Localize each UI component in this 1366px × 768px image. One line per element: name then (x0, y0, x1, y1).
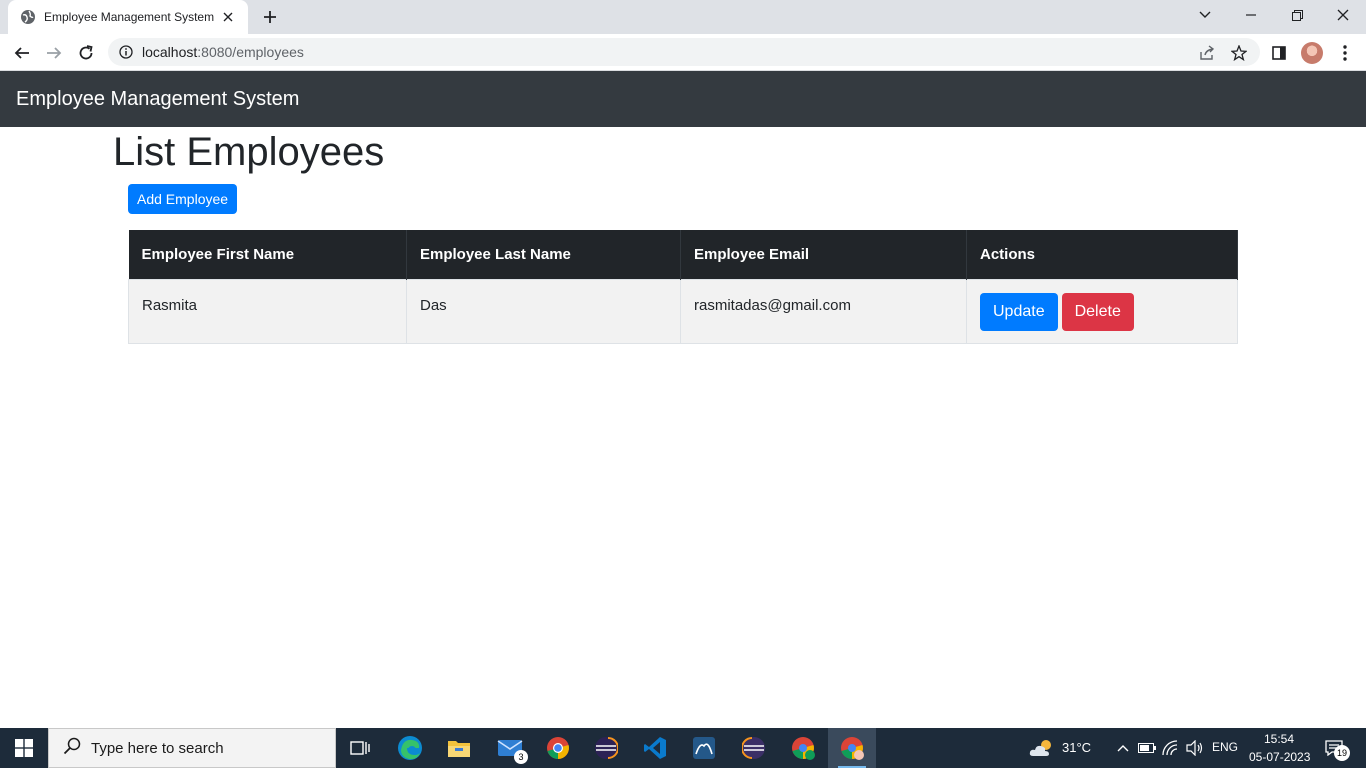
cell-last-name: Das (406, 278, 681, 344)
taskbar-search-box[interactable]: Type here to search (48, 728, 336, 768)
app-navbar: Employee Management System (0, 71, 1366, 127)
globe-icon (20, 9, 36, 25)
browser-tab-active[interactable]: Employee Management System (8, 0, 248, 34)
url-text: localhost:8080/employees (142, 44, 304, 60)
chevron-up-icon[interactable] (1113, 738, 1133, 758)
cell-first-name: Rasmita (128, 278, 407, 344)
browser-toolbar: localhost:8080/employees (0, 34, 1366, 71)
search-placeholder: Type here to search (91, 739, 224, 757)
eclipse-ide-icon[interactable] (730, 728, 778, 768)
share-icon[interactable] (1198, 44, 1216, 62)
battery-icon[interactable] (1137, 738, 1157, 758)
delete-button[interactable]: Delete (1061, 292, 1134, 331)
restore-icon[interactable] (1274, 0, 1320, 30)
speaker-volume-icon[interactable] (1185, 738, 1205, 758)
header-actions: Actions (966, 230, 1238, 279)
table-header-row: Employee First Name Employee Last Name E… (128, 230, 1238, 279)
search-icon (63, 737, 81, 760)
info-icon[interactable] (118, 44, 134, 60)
mail-badge: 3 (514, 750, 528, 764)
back-arrow-icon[interactable] (9, 40, 35, 66)
browser-tabstrip: Employee Management System (0, 0, 1366, 34)
windows-taskbar: Type here to search 3 31°C ENG 15:54 05-… (0, 728, 1366, 768)
new-tab-icon[interactable] (258, 6, 282, 28)
close-tab-icon[interactable] (220, 9, 236, 25)
language-indicator[interactable]: ENG (1212, 740, 1238, 754)
mail-icon[interactable]: 3 (486, 728, 534, 768)
notification-count-badge: 19 (1334, 745, 1350, 761)
file-explorer-icon[interactable] (435, 728, 483, 768)
notification-center-icon[interactable]: 19 (1322, 738, 1350, 761)
reload-icon[interactable] (73, 40, 99, 66)
update-button[interactable]: Update (980, 292, 1058, 331)
navbar-brand[interactable]: Employee Management System (16, 88, 299, 111)
bookmark-star-icon[interactable] (1230, 44, 1248, 62)
employee-table: Employee First Name Employee Last Name E… (128, 230, 1238, 344)
page-title: List Employees (113, 130, 385, 174)
weather-temperature[interactable]: 31°C (1062, 740, 1091, 755)
tab-search-chevron-icon[interactable] (1182, 0, 1228, 30)
forward-arrow-icon[interactable] (41, 40, 67, 66)
profile-avatar[interactable] (1301, 42, 1323, 64)
clock-date[interactable]: 05-07-2023 (1249, 750, 1310, 764)
windows-start-icon[interactable] (0, 728, 48, 768)
header-first-name: Employee First Name (128, 230, 407, 279)
wifi-icon[interactable] (1161, 738, 1181, 758)
cell-actions: Update Delete (966, 278, 1238, 344)
header-last-name: Employee Last Name (406, 230, 681, 279)
cell-email: rasmitadas@gmail.com (680, 278, 967, 344)
close-window-icon[interactable] (1320, 0, 1366, 30)
kebab-menu-icon[interactable] (1334, 42, 1356, 64)
chrome-icon[interactable] (534, 728, 582, 768)
header-email: Employee Email (680, 230, 967, 279)
chrome-profile-icon[interactable] (779, 728, 827, 768)
mysql-workbench-icon[interactable] (680, 728, 728, 768)
tab-title: Employee Management System (44, 10, 215, 24)
address-bar[interactable]: localhost:8080/employees (108, 38, 1260, 66)
side-panel-icon[interactable] (1268, 42, 1290, 64)
add-employee-button[interactable]: Add Employee (128, 184, 238, 214)
clock-time[interactable]: 15:54 (1264, 732, 1294, 746)
table-row: Rasmita Das rasmitadas@gmail.com Update D… (128, 278, 1238, 344)
weather-cloud-icon[interactable] (1028, 738, 1056, 758)
eclipse-icon[interactable] (582, 728, 630, 768)
chrome-active-icon[interactable] (828, 728, 876, 768)
vscode-icon[interactable] (631, 728, 679, 768)
minimize-icon[interactable] (1228, 0, 1274, 30)
edge-browser-icon[interactable] (386, 728, 434, 768)
task-view-icon[interactable] (336, 728, 384, 768)
